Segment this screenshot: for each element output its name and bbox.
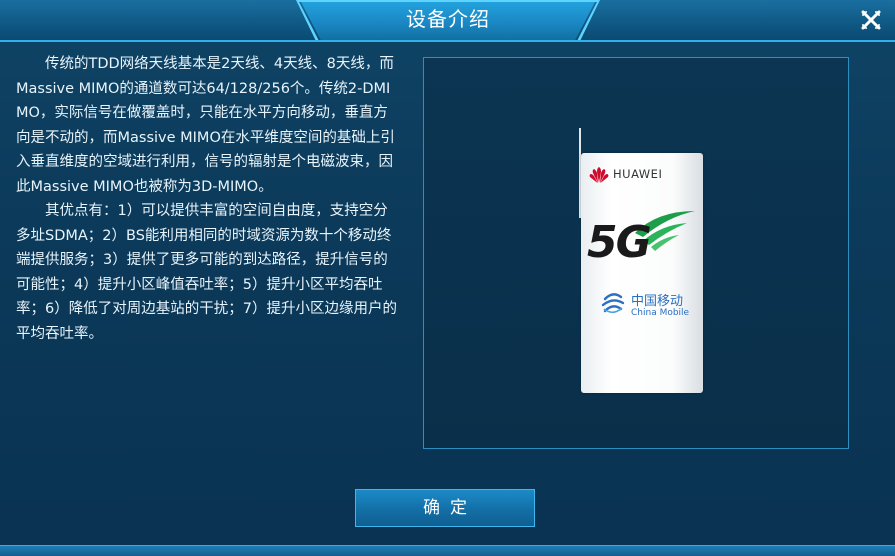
china-mobile-logo-icon <box>599 289 627 317</box>
dialog-title: 设备介绍 <box>406 7 490 31</box>
close-icon <box>860 9 882 31</box>
network-label: 5G <box>587 217 652 268</box>
antenna-device-image: HUAWEI 5G 中国移动 China Mobile <box>581 153 703 393</box>
dialog-footer-bar <box>0 545 895 556</box>
description-paragraph-2: 其优点有：1）可以提供丰富的空间自由度，支持空分多址SDMA；2）BS能利用相同… <box>16 203 397 342</box>
device-image-panel: HUAWEI 5G 中国移动 China Mobile <box>423 57 849 449</box>
description-paragraph-1: 传统的TDD网络天线基本是2天线、4天线、8天线，而Massive MIMO的通… <box>16 56 395 195</box>
confirm-button[interactable]: 确定 <box>355 489 535 527</box>
brand-label: HUAWEI <box>613 167 663 181</box>
dialog-header: 设备介绍 <box>0 0 895 42</box>
close-button[interactable] <box>847 0 895 40</box>
operator-label-en: China Mobile <box>631 308 690 318</box>
huawei-logo-icon <box>588 166 610 184</box>
device-description: 传统的TDD网络天线基本是2天线、4天线、8天线，而Massive MIMO的通… <box>16 52 398 346</box>
fiveg-logo: 5G <box>587 203 699 273</box>
operator-label-cn: 中国移动 <box>631 294 684 309</box>
device-intro-dialog: 设备介绍 传统的TDD网络天线基本是2天线、4天线、8天线，而Massive M… <box>0 0 895 556</box>
